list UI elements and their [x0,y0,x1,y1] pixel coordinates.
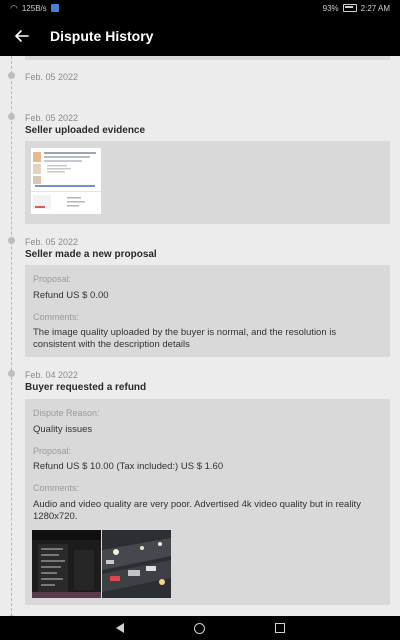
status-right: 93% 2:27 AM [323,4,390,13]
buyer-evidence-image-2[interactable] [102,530,171,598]
proposal-value: Refund US $ 0.00 [33,290,109,301]
entry-date: Feb. 05 2022 [25,237,79,247]
timeline-dot [8,370,15,377]
proposal-box: Proposal: Refund US $ 0.00 Comments: The… [25,265,390,357]
comments-label: Comments: [33,312,80,322]
app-bar: Dispute History [0,16,400,56]
arrow-left-icon [15,30,29,42]
network-speed: 125B/s [21,3,47,13]
dispute-reason-value: Quality issues [33,424,93,435]
app-notification-icon [50,4,59,12]
wifi-icon: ◠ [10,2,18,13]
evidence-box [25,141,390,224]
proposal-value: Refund US $ 10.00 (Tax included:) US $ 1… [33,461,224,472]
comments-value: The image quality uploaded by the buyer … [33,327,337,350]
nav-home-icon[interactable] [193,622,205,634]
comments-label: Comments: [33,483,80,493]
dispute-timeline[interactable]: Feb. 05 2022 Feb. 05 2022 Seller uploade… [0,56,400,616]
timeline-dot [8,72,15,79]
proposal-label: Proposal: [33,274,72,284]
proposal-label: Proposal: [33,446,72,456]
entry-title: Seller made a new proposal [25,249,157,260]
evidence-image[interactable] [31,148,101,214]
comments-value: Audio and video quality are very poor. A… [33,499,361,522]
status-bar: ◠ 125B/s 93% 2:27 AM [0,0,400,16]
back-button[interactable] [0,16,44,56]
entry-date: Feb. 05 2022 [25,72,79,82]
status-left: ◠ 125B/s [10,3,59,14]
battery-percent: 93% [322,3,339,13]
entry-title: Buyer requested a refund [25,382,147,393]
timeline-dot [8,113,15,120]
clock: 2:27 AM [360,3,390,13]
system-nav-bar [0,616,400,640]
nav-back-icon[interactable] [115,623,124,633]
entry-date: Feb. 04 2022 [25,370,79,380]
page-title: Dispute History [50,28,154,44]
nav-recent-icon[interactable] [274,623,285,633]
previous-entry-box [25,56,390,60]
buyer-evidence-image-1[interactable] [32,530,101,598]
entry-date: Feb. 05 2022 [25,113,79,123]
battery-icon [342,4,357,12]
video-settings-thumbnail [32,530,101,598]
entry-title: Seller uploaded evidence [25,125,146,136]
timeline-dot [8,237,15,244]
evidence-screenshot-thumbnail [31,148,101,214]
dispute-reason-label: Dispute Reason: [33,408,100,418]
refund-request-box: Dispute Reason: Quality issues Proposal:… [25,399,390,605]
dashcam-night-thumbnail [102,530,171,598]
timeline-line [11,56,12,616]
